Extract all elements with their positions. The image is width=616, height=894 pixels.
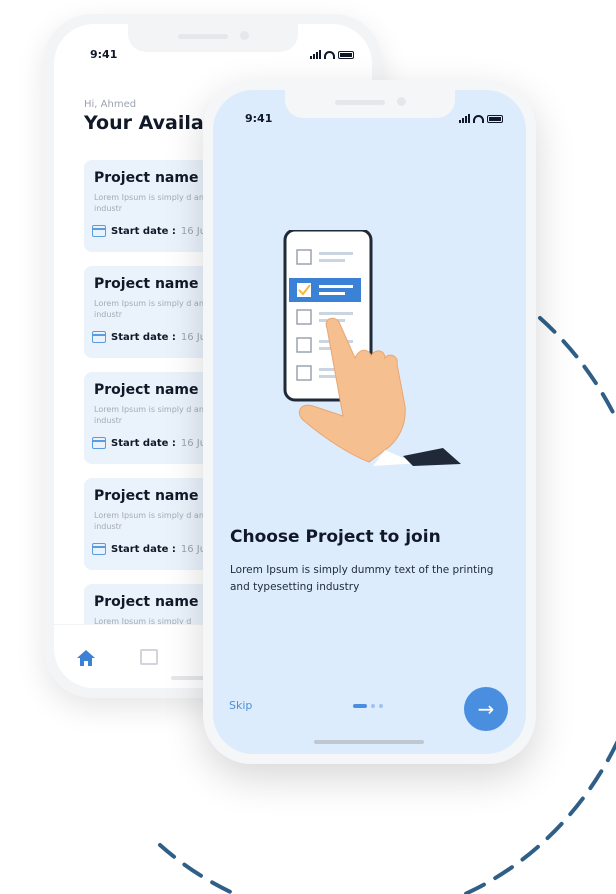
calendar-icon [92,331,106,343]
project-name: Project name [94,382,199,398]
project-name: Project name [94,594,199,610]
mockup-canvas: 9:41 Hi, Ahmed Your Availab Project name… [0,0,616,894]
page-dot-active [353,704,367,708]
phone-notch [284,90,455,118]
status-time: 9:41 [90,48,118,61]
speaker [334,100,385,105]
page-indicator [353,704,383,708]
start-date-row: Start date : 16 Jul [92,331,209,343]
signal-icon [459,114,470,123]
status-icons [459,114,503,123]
start-date-label: Start date : [111,543,176,555]
home-indicator [314,740,424,744]
calendar-icon [92,543,106,555]
start-date-row: Start date : 16 Jul [92,437,209,449]
battery-icon [487,114,503,123]
calendar-icon[interactable] [140,649,158,665]
skip-button[interactable]: Skip [229,699,252,712]
onboarding-description: Lorem Ipsum is simply dummy text of the … [230,564,494,593]
camera [396,97,406,106]
battery-icon [338,50,354,59]
start-date-row: Start date : 16 Ju [92,543,206,555]
greeting-text: Hi, Ahmed [84,99,137,110]
phone-notch [128,24,298,52]
project-name: Project name [94,488,199,504]
page-dot [379,704,383,708]
status-icons [310,50,354,59]
wifi-icon [473,114,484,123]
calendar-icon [92,225,106,237]
status-time: 9:41 [245,112,273,125]
phone-front: 9:41 Choose Project to join Lorem Ipsum … [203,80,536,764]
camera [240,31,249,40]
speaker [178,34,228,39]
page-dot [371,704,375,708]
arrow-right-icon: → [477,697,495,721]
home-icon[interactable] [76,649,96,667]
onboarding-title: Choose Project to join [230,527,441,547]
hand-tapping-checklist-illustration [283,230,461,466]
start-date-label: Start date : [111,225,176,237]
project-name: Project name [94,170,199,186]
next-button[interactable]: → [464,687,508,731]
onboarding-screen: 9:41 Choose Project to join Lorem Ipsum … [213,90,526,754]
calendar-icon [92,437,106,449]
start-date-row: Start date : 16 Ju [92,225,206,237]
wifi-icon [324,50,335,59]
page-title: Your Availab [84,112,218,134]
project-name: Project name [94,276,199,292]
start-date-label: Start date : [111,331,176,343]
start-date-label: Start date : [111,437,176,449]
signal-icon [310,50,321,59]
